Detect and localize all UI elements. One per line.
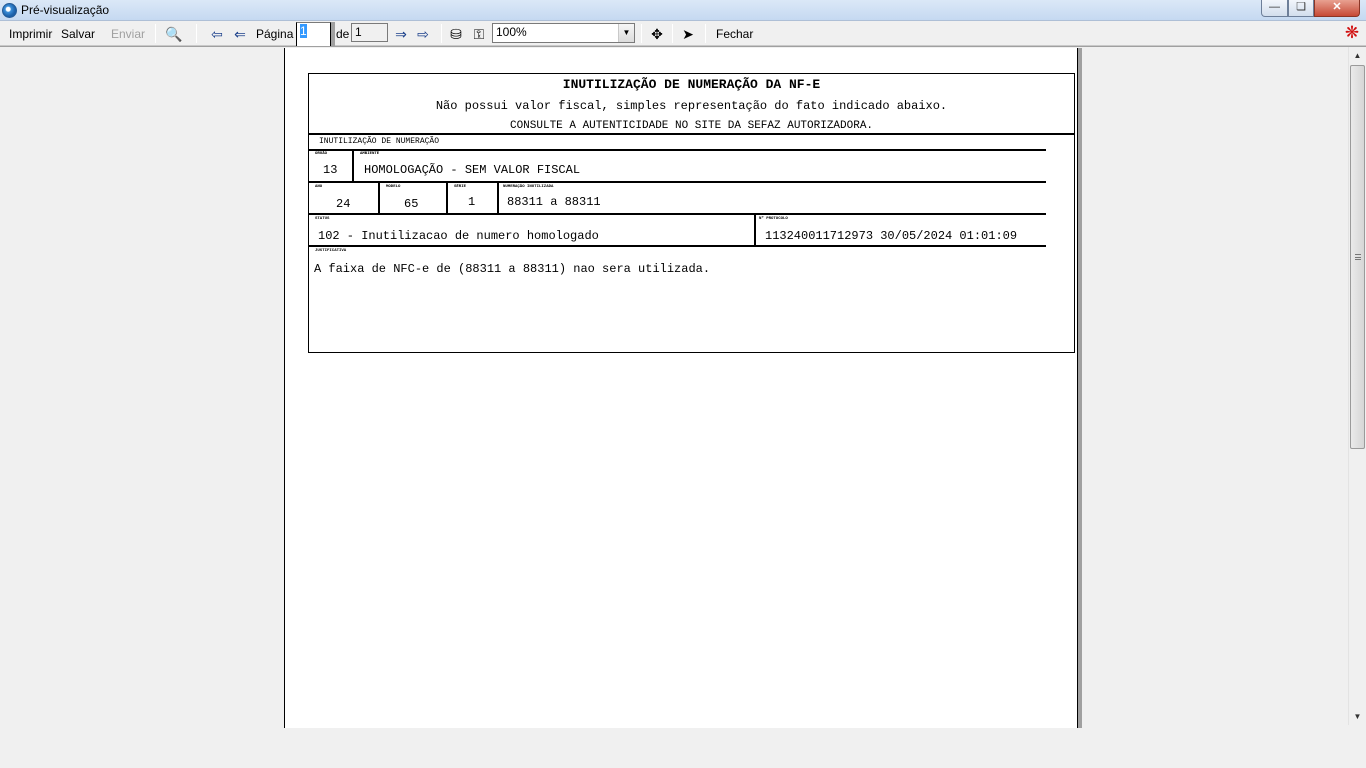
- document-notice: CONSULTE A AUTENTICIDADE NO SITE DA SEFA…: [509, 120, 874, 132]
- of-label: de: [336, 27, 350, 41]
- divider: [309, 149, 1046, 151]
- modelo-value: 65: [404, 197, 419, 211]
- last-page-icon[interactable]: ⇨: [414, 25, 432, 43]
- ambiente-value: HOMOLOGAÇÃO - SEM VALOR FISCAL: [364, 163, 581, 177]
- scroll-up-icon[interactable]: ▲: [1349, 47, 1366, 64]
- orgao-value: 13: [323, 163, 338, 177]
- first-page-icon[interactable]: ⇦: [208, 25, 226, 43]
- toolbar-separator: [705, 24, 706, 43]
- app-icon: [2, 3, 17, 18]
- protocolo-value: 113240011712973 30/05/2024 01:01:09: [765, 229, 1018, 243]
- minimize-button[interactable]: —: [1261, 0, 1288, 17]
- window-title: Pré-visualização: [21, 3, 110, 17]
- title-bar: Pré-visualização — ❏ ✕: [0, 0, 1366, 21]
- section-title: INUTILIZAÇÃO DE NUMERAÇÃO: [319, 137, 440, 146]
- divider: [309, 245, 1046, 247]
- next-page-icon[interactable]: ⇒: [392, 25, 410, 43]
- zoom-out-icon[interactable]: ⛁: [447, 25, 465, 43]
- scrollbar-thumb[interactable]: [1350, 65, 1365, 449]
- numeracao-label: NUMERAÇÃO INUTILIZADA: [503, 185, 554, 189]
- status-label: STATUS: [315, 217, 330, 221]
- divider: [309, 133, 1074, 135]
- toolbar-separator: [155, 24, 156, 43]
- ano-label: ANO: [315, 185, 323, 189]
- status-value: 102 - Inutilizacao de numero homologado: [318, 229, 599, 243]
- zoom-select[interactable]: 100% ▼: [492, 23, 635, 43]
- scroll-down-icon[interactable]: ▼: [1349, 708, 1366, 725]
- maximize-button[interactable]: ❏: [1288, 0, 1314, 17]
- divider: [446, 182, 448, 214]
- divider: [497, 182, 499, 214]
- move-icon[interactable]: ✥: [648, 25, 666, 43]
- document-title: INUTILIZAÇÃO DE NUMERAÇÃO DA NF-E: [562, 77, 821, 92]
- grip-icon: [1355, 254, 1361, 260]
- pointer-icon[interactable]: ➤: [679, 25, 697, 43]
- close-window-button[interactable]: ✕: [1314, 0, 1360, 17]
- document-page: INUTILIZAÇÃO DE NUMERAÇÃO DA NF-E Não po…: [284, 48, 1078, 728]
- toolbar-separator: [441, 24, 442, 43]
- divider: [352, 150, 354, 182]
- page-label: Página: [256, 27, 294, 41]
- toolbar-separator: [196, 24, 197, 43]
- protocolo-label: Nº PROTOCOLO: [759, 217, 788, 221]
- save-button[interactable]: Salvar: [61, 27, 95, 41]
- justificativa-value: A faixa de NFC-e de (88311 a 88311) nao …: [314, 262, 711, 276]
- divider: [309, 213, 1046, 215]
- justificativa-label: JUSTIFICATIVA: [315, 249, 347, 253]
- print-button[interactable]: Imprimir: [9, 27, 52, 41]
- zoom-value: 100%: [496, 25, 527, 39]
- page-total-field: 1: [351, 23, 388, 42]
- serie-label: SÉRIE: [454, 185, 467, 189]
- preview-area: INUTILIZAÇÃO DE NUMERAÇÃO DA NF-E Não po…: [0, 46, 1366, 728]
- previous-page-icon[interactable]: ⇐: [231, 25, 249, 43]
- zoom-in-icon[interactable]: ⚿: [470, 25, 488, 43]
- divider: [754, 214, 756, 246]
- toolbar-separator: [672, 24, 673, 43]
- numeracao-value: 88311 a 88311: [507, 195, 601, 209]
- orgao-label: ORGÃO: [315, 152, 328, 156]
- divider: [378, 182, 380, 214]
- serie-value: 1: [468, 195, 476, 209]
- inutilizacao-document: INUTILIZAÇÃO DE NUMERAÇÃO DA NF-E Não po…: [308, 73, 1075, 353]
- brand-logo-icon: ❋: [1344, 23, 1360, 42]
- ambiente-label: AMBIENTE: [360, 152, 380, 156]
- send-button[interactable]: Enviar: [111, 27, 145, 41]
- ano-value: 24: [336, 197, 351, 211]
- modelo-label: MODELO: [386, 185, 401, 189]
- divider: [309, 181, 1046, 183]
- close-preview-button[interactable]: Fechar: [716, 27, 753, 41]
- vertical-scrollbar[interactable]: ▲ ▼: [1348, 47, 1366, 725]
- binoculars-search-icon[interactable]: 🔍: [165, 25, 183, 43]
- chevron-down-icon[interactable]: ▼: [618, 24, 634, 42]
- toolbar-separator: [641, 24, 642, 43]
- document-subtitle: Não possui valor fiscal, simples represe…: [435, 99, 948, 113]
- preview-toolbar: Imprimir Salvar Enviar 🔍 ⇦ ⇐ Página 1 de…: [0, 21, 1366, 702]
